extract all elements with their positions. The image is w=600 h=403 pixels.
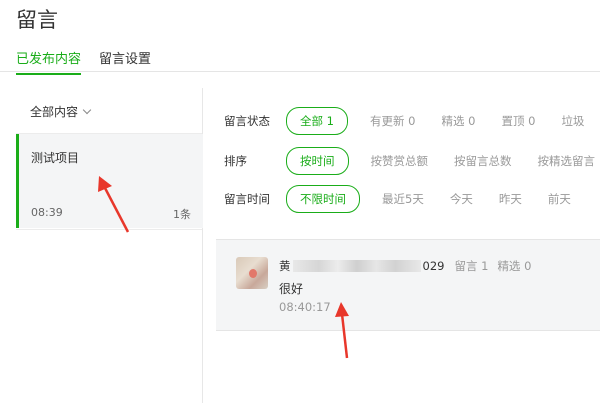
time-filter-row: 留言时间 不限时间 最近5天 今天 昨天 前天 [224,185,597,213]
time-chip-any[interactable]: 不限时间 [286,185,360,213]
status-filter-row: 留言状态 全部 1 有更新 0 精选 0 置顶 0 垃圾 [224,107,600,135]
time-chip-yesterday[interactable]: 昨天 [499,191,522,207]
comment-meta-row: 黄 029 留言 1 精选 0 [279,258,540,274]
status-chip-featured[interactable]: 精选 0 [441,113,475,129]
time-chip-day-before[interactable]: 前天 [548,191,571,207]
content-filter-label: 全部内容 [30,105,79,119]
divider [16,229,202,230]
avatar-decoration [249,269,257,278]
content-item-count: 1条 [173,208,191,221]
status-filter-label: 留言状态 [224,114,270,128]
time-chip-last-5-days[interactable]: 最近5天 [382,191,424,207]
content-list-pane: 全部内容 测试项目 08:39 1条 [16,88,203,403]
comment-reply-count: 留言 1 [454,259,489,273]
content-filter-dropdown[interactable]: 全部内容 [30,103,92,120]
chevron-down-icon [82,105,92,115]
sort-chip-featured[interactable]: 按精选留言 [538,153,596,169]
status-chip-spam[interactable]: 垃圾 [561,113,584,129]
comment-card[interactable]: 黄 029 留言 1 精选 0 很好 08:40:17 [216,239,600,331]
comment-text: 很好 [279,282,304,296]
tabs-divider [0,71,600,72]
comment-featured-count: 精选 0 [497,259,532,273]
page-title: 留言 [16,8,58,32]
sort-chip-reward[interactable]: 按赞赏总额 [371,153,429,169]
sort-chip-time[interactable]: 按时间 [286,147,349,175]
time-chip-today[interactable]: 今天 [450,191,473,207]
sort-chip-comment-count[interactable]: 按留言总数 [454,153,512,169]
commenter-name[interactable]: 黄 [279,258,291,274]
comments-pane: 留言状态 全部 1 有更新 0 精选 0 置顶 0 垃圾 排序 按时间 按赞赏总… [204,88,600,403]
status-chip-all[interactable]: 全部 1 [286,107,348,135]
content-item-title: 测试项目 [31,151,80,165]
sort-filter-row: 排序 按时间 按赞赏总额 按留言总数 按精选留言 [224,147,600,175]
time-filter-label: 留言时间 [224,192,270,206]
avatar[interactable] [236,257,268,289]
content-list-item[interactable]: 测试项目 08:39 1条 [16,134,203,228]
status-chip-updated[interactable]: 有更新 0 [370,113,415,129]
status-chip-pinned[interactable]: 置顶 0 [501,113,535,129]
content-item-time: 08:39 [31,206,63,219]
page: 留言 已发布内容 留言设置 全部内容 测试项目 08:39 1条 留言状态 全部… [0,0,600,403]
sort-filter-label: 排序 [224,154,247,168]
commenter-name-suffix: 029 [422,259,445,273]
redacted-name-blur [292,260,421,272]
comment-time: 08:40:17 [279,300,331,314]
